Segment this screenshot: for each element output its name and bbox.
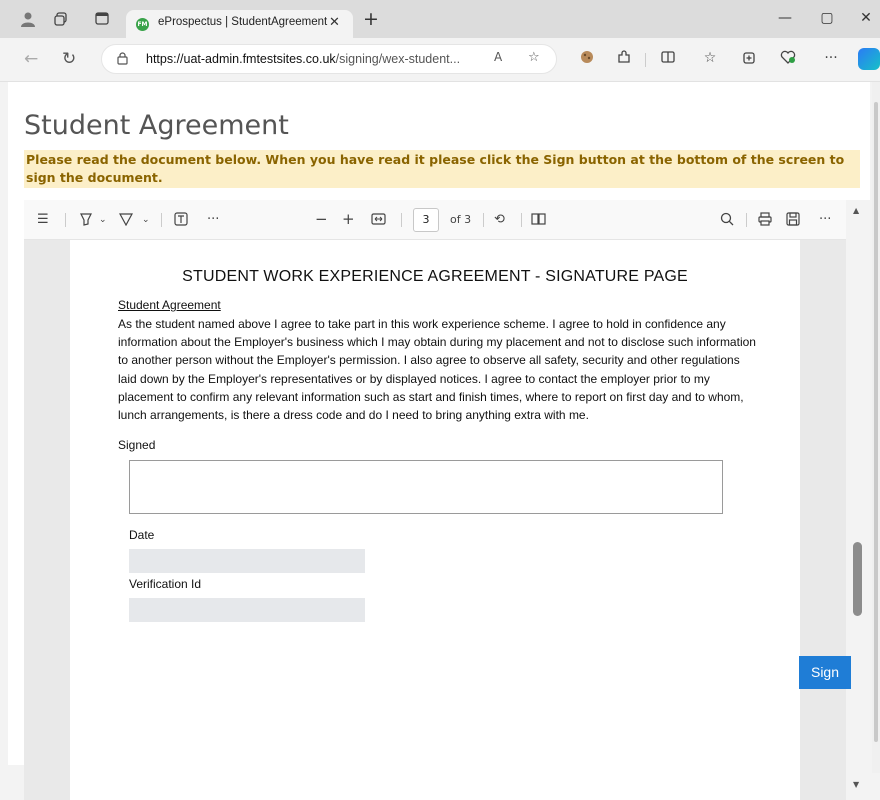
search-icon[interactable] bbox=[720, 212, 734, 230]
zoom-in-icon[interactable]: + bbox=[342, 210, 355, 228]
agreement-text: As the student named above I agree to ta… bbox=[118, 317, 756, 423]
zoom-out-icon[interactable]: − bbox=[315, 210, 328, 228]
instruction-banner: Please read the document below. When you… bbox=[24, 150, 860, 188]
browser-toolbar: ← ↻ https://uat-admin.fmtestsites.co.uk/… bbox=[0, 38, 880, 82]
rotate-icon[interactable]: ⟲ bbox=[494, 212, 505, 227]
scroll-up-icon[interactable]: ▲ bbox=[853, 206, 859, 215]
maximize-button[interactable]: ▢ bbox=[817, 10, 837, 26]
text-box-icon[interactable] bbox=[174, 212, 188, 230]
close-tab-icon[interactable]: ✕ bbox=[329, 15, 340, 30]
read-aloud-icon[interactable]: A bbox=[494, 50, 502, 64]
pdf-more-icon[interactable]: ··· bbox=[819, 212, 831, 227]
page-scrollbar[interactable] bbox=[872, 82, 880, 773]
highlight-icon[interactable] bbox=[79, 212, 93, 230]
page-content: Student Agreement Please read the docume… bbox=[8, 82, 870, 800]
print-icon[interactable] bbox=[758, 212, 772, 230]
signature-field[interactable] bbox=[129, 460, 723, 514]
favorite-star-icon[interactable]: ☆ bbox=[528, 50, 540, 65]
fit-to-width-icon[interactable] bbox=[371, 212, 386, 230]
toolbar-divider bbox=[521, 213, 522, 227]
address-bar[interactable]: https://uat-admin.fmtestsites.co.uk/sign… bbox=[101, 44, 557, 74]
url-text: https://uat-admin.fmtestsites.co.uk/sign… bbox=[146, 52, 461, 66]
toolbar-divider bbox=[746, 213, 747, 227]
verification-id-label: Verification Id bbox=[129, 577, 202, 591]
browser-essentials-icon[interactable] bbox=[778, 50, 798, 68]
extension-cookie-icon[interactable] bbox=[577, 50, 597, 68]
draw-dropdown-icon[interactable]: ⌄ bbox=[142, 215, 150, 225]
new-tab-button[interactable]: + bbox=[363, 8, 379, 30]
save-icon[interactable] bbox=[786, 212, 800, 230]
tab-actions-icon[interactable] bbox=[94, 12, 110, 28]
pdf-viewer: ☰ ⌄ ⌄ ··· − + 3 of 3 ⟲ ··· STUDENT WORK … bbox=[24, 200, 870, 800]
toolbar-divider bbox=[401, 213, 402, 227]
draw-icon[interactable] bbox=[118, 212, 134, 230]
browser-tab-strip: FM eProspectus | StudentAgreement ✕ + — … bbox=[0, 0, 880, 38]
close-window-button[interactable]: ✕ bbox=[856, 10, 876, 26]
copilot-icon[interactable] bbox=[858, 48, 880, 70]
page-view-icon[interactable] bbox=[531, 212, 546, 230]
toolbar-divider bbox=[645, 53, 646, 67]
refresh-icon[interactable]: ↻ bbox=[62, 49, 76, 69]
pdf-page: STUDENT WORK EXPERIENCE AGREEMENT - SIGN… bbox=[70, 240, 800, 800]
document-title: STUDENT WORK EXPERIENCE AGREEMENT - SIGN… bbox=[182, 268, 688, 285]
page-count-label: of 3 bbox=[450, 213, 472, 226]
active-tab[interactable]: FM eProspectus | StudentAgreement ✕ bbox=[126, 10, 353, 38]
date-label: Date bbox=[129, 528, 155, 542]
pdf-toolbar: ☰ ⌄ ⌄ ··· − + 3 of 3 ⟲ ··· bbox=[24, 200, 846, 240]
page-number-input[interactable]: 3 bbox=[413, 208, 439, 232]
signed-label: Signed bbox=[118, 438, 156, 452]
page-title: Student Agreement bbox=[24, 110, 289, 141]
verification-id-field[interactable] bbox=[129, 598, 365, 622]
back-icon[interactable]: ← bbox=[24, 49, 38, 69]
settings-more-icon[interactable]: ··· bbox=[821, 50, 841, 66]
contents-icon[interactable]: ☰ bbox=[37, 212, 49, 227]
profile-icon[interactable] bbox=[20, 12, 36, 28]
extensions-icon[interactable] bbox=[614, 50, 634, 68]
toolbar-divider bbox=[161, 213, 162, 227]
minimize-button[interactable]: — bbox=[775, 10, 795, 26]
site-favicon-icon: FM bbox=[136, 18, 149, 31]
date-field[interactable] bbox=[129, 549, 365, 573]
workspaces-icon[interactable] bbox=[53, 12, 69, 28]
sign-button[interactable]: Sign bbox=[799, 656, 851, 689]
page-scrollbar-thumb[interactable] bbox=[874, 102, 878, 742]
pdf-scrollbar[interactable]: ▲ ▼ bbox=[846, 200, 870, 800]
collections-icon[interactable] bbox=[740, 50, 760, 68]
toolbar-divider bbox=[65, 213, 66, 227]
scrollbar-thumb[interactable] bbox=[853, 542, 862, 616]
section-heading: Student Agreement bbox=[118, 298, 221, 312]
split-screen-icon[interactable] bbox=[658, 50, 678, 68]
toolbar-divider bbox=[483, 213, 484, 227]
scroll-down-icon[interactable]: ▼ bbox=[853, 780, 859, 789]
favorites-icon[interactable]: ☆ bbox=[700, 50, 720, 66]
tab-title: eProspectus | StudentAgreement bbox=[158, 16, 328, 28]
more-tools-icon[interactable]: ··· bbox=[207, 212, 219, 227]
highlight-dropdown-icon[interactable]: ⌄ bbox=[99, 215, 107, 225]
lock-icon[interactable] bbox=[117, 52, 128, 68]
